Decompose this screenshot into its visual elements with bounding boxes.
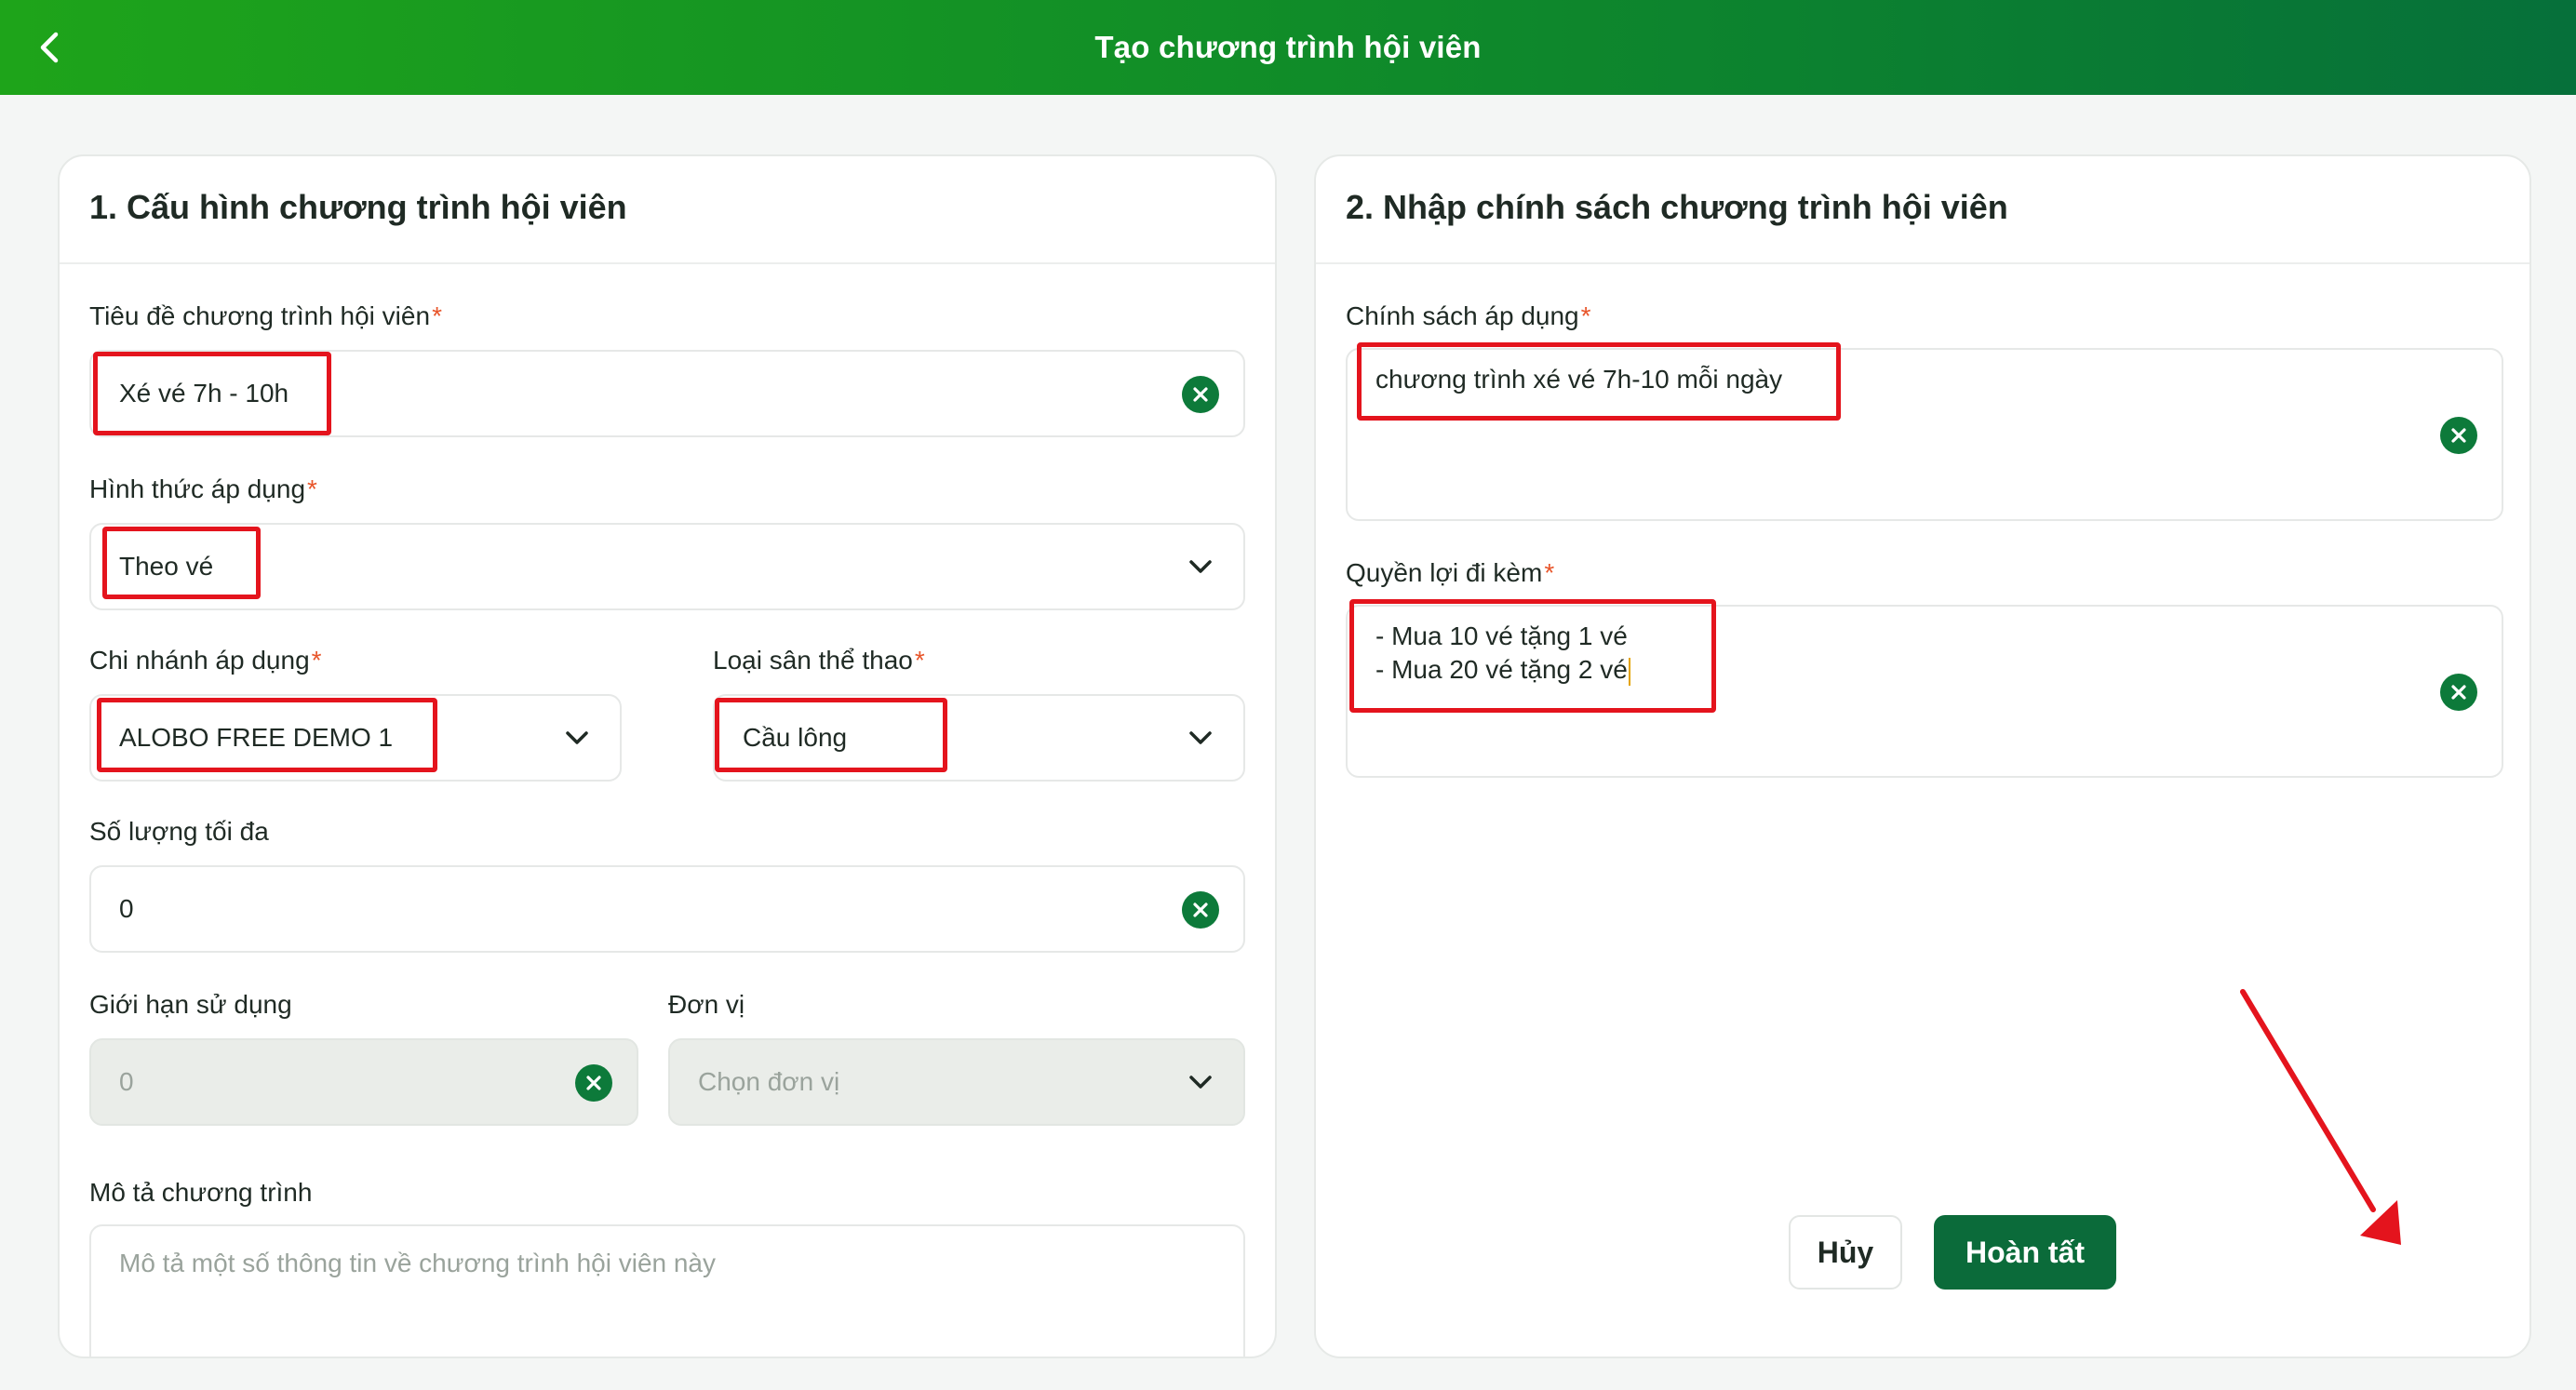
unit-placeholder: Chọn đơn vị (698, 1067, 840, 1096)
apply-form-value: Theo vé (119, 552, 214, 581)
max-quantity-value: 0 (119, 894, 134, 923)
chevron-down-icon[interactable] (1182, 548, 1219, 585)
red-arrow-annotation (2240, 989, 2401, 1245)
chevron-down-icon[interactable] (1182, 1063, 1219, 1101)
config-panel: 1. Cấu hình chương trình hội viên Tiêu đ… (58, 154, 1277, 1358)
sport-type-value: Cầu lông (743, 723, 848, 752)
max-quantity-label: Số lượng tối đa (89, 817, 269, 846)
chevron-down-icon[interactable] (558, 719, 596, 756)
branch-label: Chi nhánh áp dụng* (89, 646, 322, 675)
clear-icon[interactable] (2440, 417, 2477, 454)
clear-icon[interactable] (1182, 891, 1219, 929)
unit-select[interactable]: Chọn đơn vị (668, 1038, 1245, 1126)
benefits-line: - Mua 20 vé tặng 2 vé (1375, 655, 1628, 684)
clear-icon[interactable] (575, 1064, 612, 1102)
sport-type-label: Loại sân thể thao* (713, 646, 925, 675)
top-app-bar: Tạo chương trình hội viên (0, 0, 2576, 95)
applied-policy-textarea[interactable]: chương trình xé vé 7h-10 mỗi ngày (1346, 348, 2503, 521)
back-button[interactable] (22, 20, 78, 75)
benefits-line-with-caret: - Mua 20 vé tặng 2 vé (1375, 653, 2474, 687)
clear-icon[interactable] (1182, 376, 1219, 413)
description-label: Mô tả chương trình (89, 1178, 313, 1207)
divider (1316, 262, 2529, 264)
usage-limit-value: 0 (119, 1067, 134, 1096)
benefits-line: - Mua 10 vé tặng 1 vé (1375, 621, 1628, 650)
chevron-left-icon (40, 32, 59, 63)
usage-limit-input[interactable]: 0 (89, 1038, 638, 1126)
cancel-button[interactable]: Hủy (1789, 1215, 1902, 1290)
benefits-label: Quyền lợi đi kèm* (1346, 558, 1555, 587)
clear-icon[interactable] (2440, 674, 2477, 711)
applied-policy-label: Chính sách áp dụng* (1346, 301, 1591, 330)
policy-panel-title: 2. Nhập chính sách chương trình hội viên (1346, 188, 2008, 226)
description-textarea[interactable]: Mô tả một số thông tin về chương trình h… (89, 1224, 1245, 1357)
apply-form-label: Hình thức áp dụng* (89, 474, 317, 503)
apply-form-select[interactable]: Theo vé (89, 523, 1245, 610)
program-title-label: Tiêu đề chương trình hội viên* (89, 301, 442, 330)
description-placeholder: Mô tả một số thông tin về chương trình h… (119, 1249, 717, 1277)
config-panel-title: 1. Cấu hình chương trình hội viên (89, 188, 627, 226)
branch-select[interactable]: ALOBO FREE DEMO 1 (89, 694, 622, 782)
branch-value: ALOBO FREE DEMO 1 (119, 723, 394, 752)
usage-limit-label: Giới hạn sử dụng (89, 990, 292, 1019)
chevron-down-icon[interactable] (1182, 719, 1219, 756)
sport-type-select[interactable]: Cầu lông (713, 694, 1245, 782)
done-button[interactable]: Hoàn tất (1934, 1215, 2116, 1290)
page-title: Tạo chương trình hội viên (1094, 30, 1482, 64)
text-caret (1628, 657, 1630, 686)
divider (60, 262, 1275, 264)
applied-policy-value: chương trình xé vé 7h-10 mỗi ngày (1375, 365, 1783, 394)
max-quantity-input[interactable]: 0 (89, 865, 1245, 953)
program-title-value: Xé vé 7h - 10h (119, 379, 289, 408)
program-title-input[interactable]: Xé vé 7h - 10h (89, 350, 1245, 437)
benefits-textarea[interactable]: - Mua 10 vé tặng 1 vé - Mua 20 vé tặng 2… (1346, 605, 2503, 778)
unit-label: Đơn vị (668, 990, 745, 1019)
